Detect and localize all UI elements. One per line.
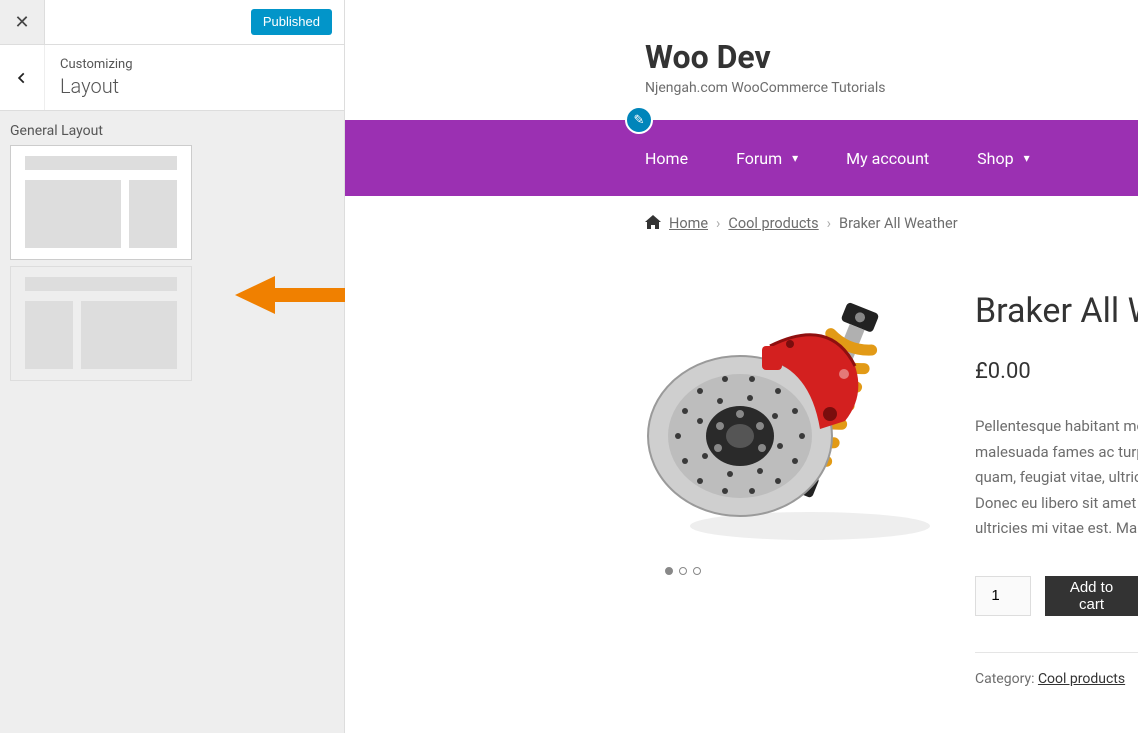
breadcrumb-category[interactable]: Cool products [728, 215, 818, 232]
gallery-dots [665, 567, 701, 575]
gallery-dot[interactable] [679, 567, 687, 575]
product-illustration-icon [645, 291, 945, 551]
nav-item-forum[interactable]: Forum ▾ [736, 149, 798, 168]
breadcrumb-separator: › [827, 215, 831, 232]
category-link[interactable]: Cool products [1038, 671, 1125, 687]
quantity-stepper[interactable] [975, 576, 1031, 616]
edit-shortcut-button[interactable]: ✎ [625, 106, 653, 134]
customizing-label: Customizing [60, 57, 329, 72]
customizer-sidebar: ✕ Published Customizing Layout General L… [0, 0, 345, 733]
gallery-dot[interactable] [665, 567, 673, 575]
product-description: Pellentesque habitant morb malesuada fam… [975, 414, 1138, 542]
home-icon [645, 214, 661, 233]
nav-label: Shop [977, 149, 1013, 168]
gallery-dot[interactable] [693, 567, 701, 575]
product-price: £0.00 [975, 359, 1138, 384]
site-header: Woo Dev Njengah.com WooCommerce Tutorial… [345, 0, 1138, 120]
layout-options [10, 145, 334, 381]
breadcrumb-home[interactable]: Home [669, 215, 708, 232]
pencil-icon: ✎ [634, 113, 645, 128]
nav-item-home[interactable]: Home [645, 149, 688, 168]
customizer-actions: Published [45, 0, 344, 44]
product-title: Braker All W [975, 291, 1138, 331]
panel-body: General Layout [0, 111, 344, 393]
preview-pane: Woo Dev Njengah.com WooCommerce Tutorial… [345, 0, 1138, 733]
nav-label: Home [645, 149, 688, 168]
customizer-top-bar: ✕ Published [0, 0, 344, 45]
breadcrumb-separator: › [716, 215, 720, 232]
chevron-down-icon: ▾ [792, 151, 798, 165]
control-label-general-layout: General Layout [10, 123, 334, 139]
section-titles: Customizing Layout [45, 45, 344, 110]
divider [975, 652, 1138, 653]
category-label: Category: [975, 671, 1038, 687]
product-info: Braker All W £0.00 Pellentesque habitant… [975, 291, 1138, 687]
product: Braker All W £0.00 Pellentesque habitant… [345, 251, 1138, 687]
breadcrumb-current: Braker All Weather [839, 215, 958, 232]
section-header: Customizing Layout [0, 45, 344, 111]
section-name: Layout [60, 74, 329, 98]
nav-label: Forum [736, 149, 782, 168]
nav-item-my-account[interactable]: My account [846, 149, 929, 168]
main-nav: ✎ Home Forum ▾ My account Shop ▾ [345, 120, 1138, 196]
site-title[interactable]: Woo Dev [645, 38, 1138, 76]
layout-option-left-sidebar[interactable] [10, 266, 192, 381]
publish-status-button[interactable]: Published [251, 9, 332, 35]
category-line: Category: Cool products [975, 671, 1138, 687]
add-to-cart-button[interactable]: Add to cart [1045, 576, 1138, 616]
layout-option-right-sidebar[interactable] [10, 145, 192, 260]
breadcrumb: Home › Cool products › Braker All Weathe… [345, 196, 1138, 251]
back-button[interactable] [0, 45, 45, 110]
close-icon: ✕ [14, 12, 29, 33]
add-to-cart-row: Add to cart [975, 576, 1138, 616]
product-image[interactable] [645, 291, 945, 581]
chevron-left-icon [15, 71, 29, 85]
site-tagline: Njengah.com WooCommerce Tutorials [645, 80, 1138, 96]
nav-item-shop[interactable]: Shop ▾ [977, 149, 1029, 168]
chevron-down-icon: ▾ [1024, 151, 1030, 165]
nav-label: My account [846, 149, 929, 168]
close-customizer-button[interactable]: ✕ [0, 0, 45, 44]
